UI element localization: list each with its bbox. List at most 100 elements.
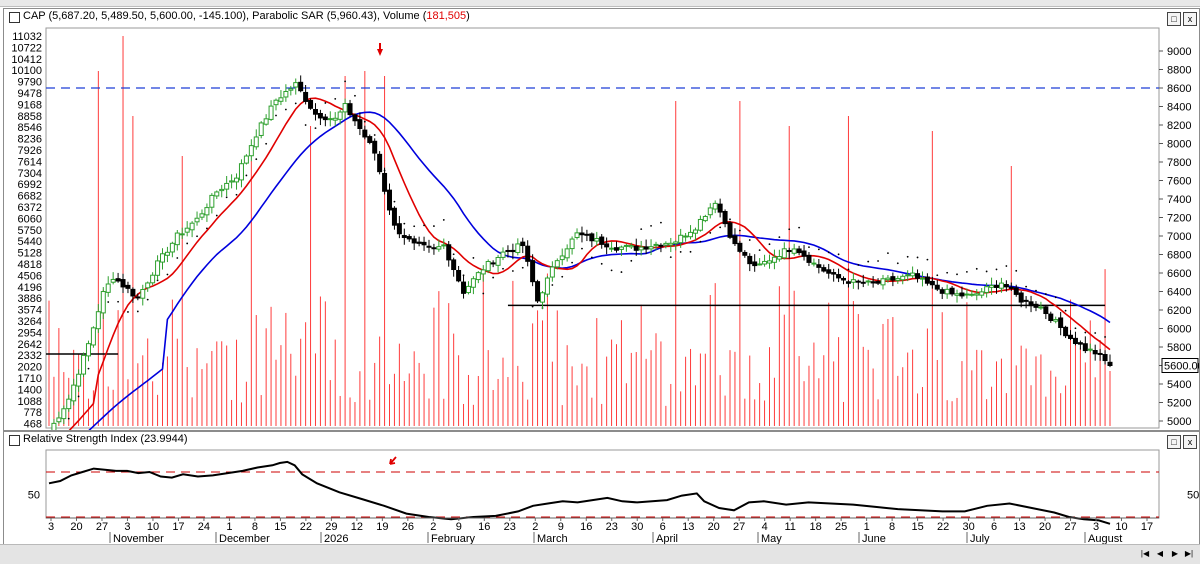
candle-body <box>796 248 802 254</box>
candle-body <box>742 251 748 256</box>
candle-body <box>273 99 279 106</box>
chart-scrollbar[interactable]: |◀ ◀ ▶ ▶| <box>0 544 1200 564</box>
candle-body <box>688 231 694 238</box>
candle-body <box>658 244 664 247</box>
sar-dot <box>778 236 781 239</box>
candle-body <box>786 250 792 253</box>
price-axis-label: 7400 <box>1167 194 1191 206</box>
candle-body <box>1018 292 1024 303</box>
candle-body <box>451 259 457 271</box>
candle-body <box>510 249 516 253</box>
candle-body <box>391 207 397 226</box>
candle-body <box>855 280 861 283</box>
candle-body <box>989 284 995 288</box>
candle-body <box>530 260 536 283</box>
candle-body <box>377 153 383 173</box>
candle-body <box>939 289 945 294</box>
volume-axis-label: 9478 <box>18 88 42 100</box>
date-tick-label: 26 <box>402 521 414 533</box>
candle-body <box>480 269 486 275</box>
sar-dot <box>502 267 504 270</box>
candle-body <box>628 245 634 248</box>
candle-body <box>61 408 67 420</box>
rsi-plot-area <box>45 449 1160 519</box>
candle-body <box>1082 343 1088 352</box>
scroll-next-button[interactable]: ▶ <box>1170 548 1180 559</box>
candle-body <box>895 278 901 281</box>
candle-body <box>322 116 328 121</box>
volume-axis-label: 9168 <box>18 99 42 111</box>
scroll-first-button[interactable]: |◀ <box>1140 548 1150 559</box>
scroll-last-button[interactable]: ▶| <box>1184 548 1194 559</box>
sar-dot <box>127 311 129 313</box>
candle-body <box>505 249 511 252</box>
sar-dot <box>561 275 564 278</box>
sar-dot <box>847 268 850 271</box>
sar-dot <box>1015 269 1018 272</box>
candle-body <box>288 88 294 91</box>
sar-dot <box>225 196 228 199</box>
volume-axis-label: 5750 <box>18 225 42 237</box>
candle-body <box>850 279 856 283</box>
date-tick-label: 13 <box>682 521 694 533</box>
volume-axis-label: 8858 <box>18 111 42 123</box>
candle-body <box>944 288 950 295</box>
candle-body <box>993 284 999 288</box>
candle-body <box>372 140 378 154</box>
volume-axis-label: 10412 <box>11 54 42 66</box>
candle-body <box>762 260 768 265</box>
candle-body <box>589 233 595 242</box>
date-tick-label: 17 <box>1141 521 1153 533</box>
candle-body <box>900 275 906 281</box>
candle-body <box>174 232 180 246</box>
scroll-prev-button[interactable]: ◀ <box>1155 548 1165 559</box>
candle-body <box>140 289 146 299</box>
date-tick-label: 23 <box>504 521 516 533</box>
price-axis-label: 8200 <box>1167 120 1191 132</box>
candle-body <box>1072 337 1078 344</box>
candle-body <box>51 422 57 430</box>
candle-body <box>95 311 101 330</box>
price-axis-label: 7800 <box>1167 157 1191 169</box>
candle-body <box>199 213 205 218</box>
candle-body <box>663 242 669 246</box>
candle-body <box>1102 354 1108 362</box>
candle-body <box>515 243 521 254</box>
candle-body <box>865 280 871 283</box>
sar-dot <box>906 255 909 258</box>
sar-dot <box>67 417 70 420</box>
candle-body <box>1013 287 1019 295</box>
candle-body <box>604 243 610 248</box>
candle-body <box>431 247 437 250</box>
price-axis-label: 6200 <box>1167 305 1191 317</box>
candle-body <box>732 235 738 245</box>
candle-body <box>1107 361 1113 367</box>
sar-dot <box>314 127 317 129</box>
date-tick-label: 9 <box>456 521 462 533</box>
candle-body <box>135 296 141 299</box>
volume-axis-label: 2020 <box>18 362 42 374</box>
candle-body <box>243 155 249 164</box>
sar-dot <box>433 225 435 227</box>
volume-axis-label: 10100 <box>11 65 42 77</box>
candle-body <box>421 241 427 246</box>
sar-dot <box>87 367 90 370</box>
sar-dot <box>975 267 978 270</box>
rsi-panel: Relative Strength Index (23.9944) □ x 50… <box>3 431 1200 545</box>
candle-body <box>66 398 72 410</box>
date-tick-label: 2 <box>430 521 436 533</box>
candle-body <box>465 285 471 294</box>
volume-axis-label: 5128 <box>18 248 42 260</box>
candle-body <box>456 269 462 282</box>
date-tick-label: 3 <box>1093 521 1099 533</box>
price-axis-label: 7600 <box>1167 176 1191 188</box>
sar-dot <box>1074 327 1077 330</box>
volume-axis-label: 7926 <box>18 145 42 157</box>
candle-body <box>1087 348 1093 351</box>
sar-dot <box>531 305 534 308</box>
candle-body <box>801 250 807 257</box>
date-tick-label: 24 <box>198 521 210 533</box>
date-tick-label: 9 <box>558 521 564 533</box>
sar-dot <box>393 200 396 203</box>
sar-dot <box>354 94 356 97</box>
